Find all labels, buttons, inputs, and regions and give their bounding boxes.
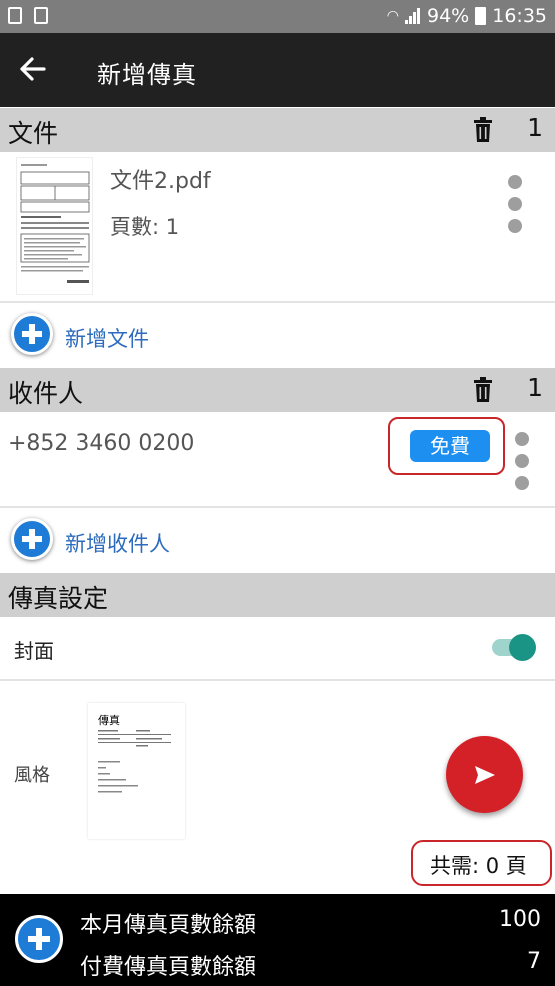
notification-icon <box>8 7 22 24</box>
clipboard-icon <box>34 7 48 24</box>
total-pages-highlight: 共需: 0 頁 <box>411 840 552 886</box>
recipient-number: +852 3460 0200 <box>8 431 195 456</box>
document-pages: 頁數: 1 <box>110 215 180 239</box>
add-document-label: 新增文件 <box>65 327 149 351</box>
clock: 16:35 <box>492 5 547 27</box>
monthly-balance-label: 本月傳真頁數餘額 <box>80 913 257 938</box>
divider <box>0 301 555 303</box>
status-notifications <box>8 7 48 24</box>
document-preview-icon <box>20 164 90 283</box>
divider <box>0 679 555 681</box>
balance-bar: 本月傳真頁數餘額 100 付費傳真頁數餘額 7 <box>0 894 555 986</box>
divider <box>0 506 555 508</box>
settings-section-header: 傳真設定 <box>0 573 555 617</box>
cover-style-preview[interactable]: 傳真 <box>88 703 185 839</box>
cover-toggle[interactable] <box>492 632 538 662</box>
add-circle-icon <box>11 518 53 560</box>
paid-balance-value: 7 <box>527 949 541 974</box>
monthly-balance-value: 100 <box>499 907 541 932</box>
status-indicators: ◠ 94% 16:35 <box>387 5 547 27</box>
more-vert-icon <box>508 175 522 189</box>
add-circle-icon <box>11 313 53 355</box>
toggle-knob <box>509 634 536 661</box>
send-fax-button[interactable] <box>446 736 523 813</box>
free-badge[interactable]: 免費 <box>410 430 490 462</box>
battery-percent: 94% <box>427 5 470 27</box>
recipients-count: 1 <box>527 373 543 402</box>
trash-icon <box>474 117 492 142</box>
arrow-left-icon <box>20 57 46 81</box>
total-pages: 共需: 0 頁 <box>430 854 527 878</box>
battery-icon <box>475 7 487 25</box>
document-name: 文件2.pdf <box>110 169 211 194</box>
add-document-button[interactable]: 新增文件 <box>0 304 555 364</box>
app-bar: 新增傳真 <box>0 33 555 107</box>
status-bar: ◠ 94% 16:35 <box>0 0 555 33</box>
add-recipient-button[interactable]: 新增收件人 <box>0 510 555 570</box>
buy-pages-button[interactable] <box>15 915 63 963</box>
signal-icon <box>405 8 421 24</box>
recipient-more-button[interactable] <box>515 432 531 498</box>
documents-header-title: 文件 <box>8 119 59 148</box>
document-thumbnail[interactable] <box>16 157 93 295</box>
document-more-button[interactable] <box>508 175 524 241</box>
settings-header-title: 傳真設定 <box>8 584 109 613</box>
documents-count: 1 <box>527 113 543 142</box>
page-title: 新增傳真 <box>97 61 197 89</box>
send-icon <box>475 766 495 784</box>
documents-section-header: 文件 1 <box>0 108 555 152</box>
free-badge-highlight: 免費 <box>388 417 505 475</box>
recipients-section-header: 收件人 1 <box>0 368 555 412</box>
cover-label: 封面 <box>14 639 54 663</box>
back-button[interactable] <box>18 51 50 87</box>
style-label: 風格 <box>14 765 50 786</box>
delete-recipients-button[interactable] <box>472 377 494 403</box>
add-recipient-label: 新增收件人 <box>65 532 170 556</box>
paid-balance-label: 付費傳真頁數餘額 <box>80 955 257 980</box>
more-vert-icon <box>515 432 529 446</box>
trash-icon <box>474 377 492 402</box>
cover-preview-lines <box>98 730 171 793</box>
recipients-header-title: 收件人 <box>8 379 84 408</box>
delete-documents-button[interactable] <box>472 117 494 143</box>
wifi-icon: ◠ <box>386 8 399 24</box>
